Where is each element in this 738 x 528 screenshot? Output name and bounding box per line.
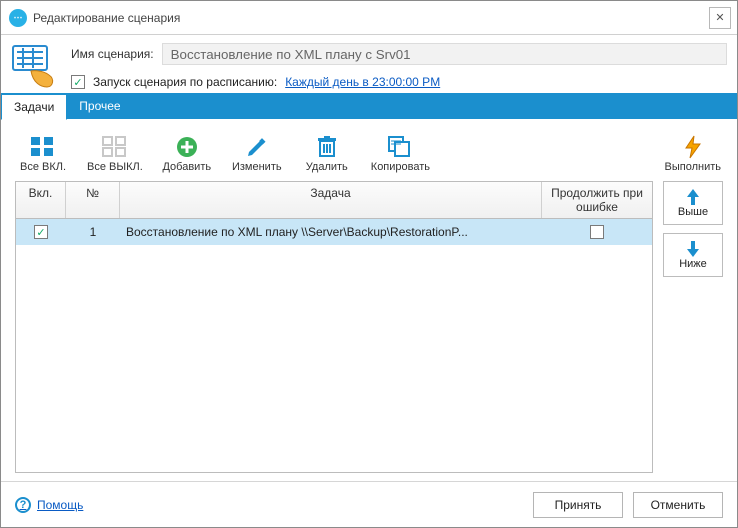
row-continue-checkbox[interactable]: ✓ (590, 225, 604, 239)
trash-icon (313, 135, 341, 159)
table-area: Вкл. № Задача Продолжить при ошибке ✓ 1 … (15, 181, 723, 473)
move-down-button[interactable]: Ниже (663, 233, 723, 277)
scenario-icon (11, 43, 57, 89)
copy-icon (386, 135, 414, 159)
tabs: Задачи Прочее (1, 93, 737, 119)
name-label: Имя сценария: (71, 47, 154, 61)
grid-header: Вкл. № Задача Продолжить при ошибке (16, 182, 652, 219)
row-enabled-checkbox[interactable]: ✓ (34, 225, 48, 239)
delete-button[interactable]: Удалить (301, 135, 353, 173)
add-button[interactable]: Добавить (161, 135, 213, 173)
col-enabled[interactable]: Вкл. (16, 182, 66, 218)
row-number-cell: 1 (66, 225, 120, 239)
arrow-up-icon (685, 188, 701, 206)
titlebar: ⋯ Редактирование сценария ✕ (1, 1, 737, 35)
footer: ? Помощь Принять Отменить (1, 481, 737, 527)
window-title: Редактирование сценария (33, 11, 709, 25)
row-task-cell: Восстановление по XML плану \\Server\Bac… (120, 225, 542, 239)
tab-other[interactable]: Прочее (67, 93, 132, 119)
pencil-icon (243, 135, 271, 159)
copy-button[interactable]: Копировать (371, 135, 430, 173)
header-area: Имя сценария: ✓ Запуск сценария по распи… (1, 35, 737, 93)
toolbar: Все ВКЛ. Все ВЫКЛ. Добавить Изменить (15, 131, 723, 181)
table-row[interactable]: ✓ 1 Восстановление по XML плану \\Server… (16, 219, 652, 245)
scenario-name-input[interactable] (162, 43, 727, 65)
help-link[interactable]: ? Помощь (15, 497, 83, 513)
close-button[interactable]: ✕ (709, 7, 731, 29)
scenario-edit-window: ⋯ Редактирование сценария ✕ Имя сценария… (0, 0, 738, 528)
arrow-down-icon (685, 240, 701, 258)
reorder-buttons: Выше Ниже (663, 181, 723, 473)
schedule-checkbox[interactable]: ✓ (71, 75, 85, 89)
grid-off-icon (101, 135, 129, 159)
close-icon: ✕ (715, 11, 724, 24)
all-off-button[interactable]: Все ВЫКЛ. (87, 135, 143, 173)
execute-button[interactable]: Выполнить (665, 135, 721, 173)
grid-on-icon (29, 135, 57, 159)
schedule-link[interactable]: Каждый день в 23:00:00 PM (285, 75, 440, 89)
lightning-icon (679, 135, 707, 159)
schedule-label: Запуск сценария по расписанию: (93, 75, 277, 89)
edit-button[interactable]: Изменить (231, 135, 283, 173)
tasks-grid: Вкл. № Задача Продолжить при ошибке ✓ 1 … (15, 181, 653, 473)
app-icon: ⋯ (9, 9, 27, 27)
col-task[interactable]: Задача (120, 182, 542, 218)
col-continue[interactable]: Продолжить при ошибке (542, 182, 652, 218)
row-enabled-cell: ✓ (16, 225, 66, 240)
all-on-button[interactable]: Все ВКЛ. (17, 135, 69, 173)
schedule-row: ✓ Запуск сценария по расписанию: Каждый … (71, 75, 727, 89)
body: Все ВКЛ. Все ВЫКЛ. Добавить Изменить (1, 119, 737, 481)
plus-icon (173, 135, 201, 159)
tab-tasks[interactable]: Задачи (1, 94, 67, 120)
cancel-button[interactable]: Отменить (633, 492, 723, 518)
move-up-button[interactable]: Выше (663, 181, 723, 225)
col-number[interactable]: № (66, 182, 120, 218)
row-continue-cell: ✓ (542, 225, 652, 240)
help-icon: ? (15, 497, 31, 513)
name-row: Имя сценария: (71, 43, 727, 65)
accept-button[interactable]: Принять (533, 492, 623, 518)
